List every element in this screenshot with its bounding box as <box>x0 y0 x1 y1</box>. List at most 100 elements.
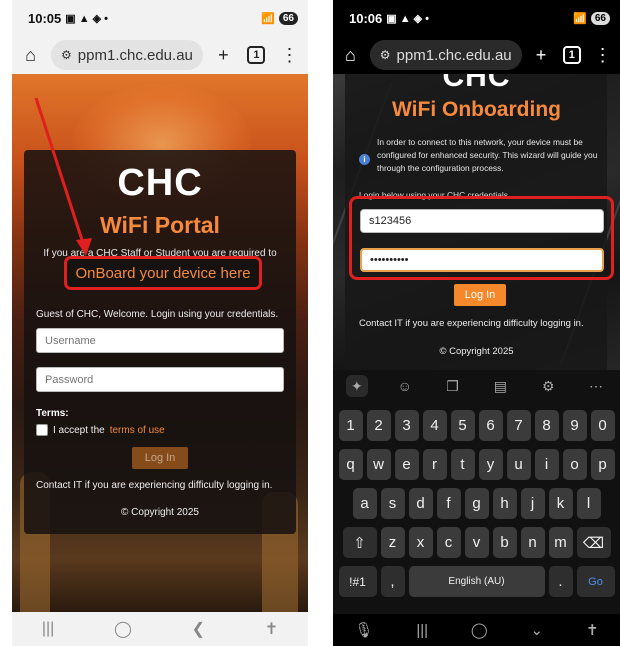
copyright-text: © Copyright 2025 <box>439 346 514 357</box>
microphone-icon[interactable]: 🎙 <box>354 621 373 639</box>
terms-checkbox[interactable] <box>36 424 48 436</box>
key-8[interactable]: 8 <box>534 410 559 441</box>
symbols-key[interactable]: !#1 <box>338 566 377 597</box>
key-h[interactable]: h <box>492 488 517 519</box>
browser-toolbar: ⌂ ⚙ ppm1.chc.edu.au + 1 ⋮ <box>333 36 620 74</box>
key-z[interactable]: z <box>380 527 405 558</box>
login-button[interactable]: Log In <box>132 447 188 469</box>
home-button-icon[interactable]: ◯ <box>471 621 488 639</box>
key-4[interactable]: 4 <box>422 410 447 441</box>
terms-row: I accept the terms of use <box>36 424 165 436</box>
accessibility-icon[interactable]: ✝ <box>586 621 599 639</box>
key-e[interactable]: e <box>394 449 419 480</box>
key-i[interactable]: i <box>534 449 559 480</box>
menu-icon[interactable]: ⋮ <box>277 42 302 68</box>
space-key[interactable]: English (AU) <box>408 566 545 597</box>
copyright-text: © Copyright 2025 <box>121 507 199 518</box>
key-1[interactable]: 1 <box>338 410 363 441</box>
key-a[interactable]: a <box>352 488 377 519</box>
site-settings-icon[interactable]: ⚙ <box>380 48 391 62</box>
ai-sparkle-icon[interactable]: ✦ <box>345 375 368 397</box>
key-g[interactable]: g <box>464 488 489 519</box>
new-tab-icon[interactable]: + <box>211 42 236 68</box>
key-v[interactable]: v <box>464 527 489 558</box>
contact-it-text: Contact IT if you are experiencing diffi… <box>359 318 584 329</box>
go-key[interactable]: Go <box>576 566 615 597</box>
key-9[interactable]: 9 <box>562 410 587 441</box>
key-3[interactable]: 3 <box>394 410 419 441</box>
battery-indicator: 66 <box>278 11 298 25</box>
key-5[interactable]: 5 <box>450 410 475 441</box>
home-icon[interactable]: ⌂ <box>339 42 362 68</box>
hide-keyboard-icon[interactable]: ⌄ <box>531 621 544 639</box>
keyboard-bottom-row: !#1 , English (AU) . Go <box>333 566 620 597</box>
username-input[interactable] <box>36 328 284 353</box>
key-r[interactable]: r <box>422 449 447 480</box>
key-0[interactable]: 0 <box>590 410 615 441</box>
tab-switcher-button[interactable]: 1 <box>244 42 269 68</box>
address-bar[interactable]: ⚙ ppm1.chc.edu.au <box>369 40 522 70</box>
address-bar[interactable]: ⚙ ppm1.chc.edu.au <box>51 40 203 70</box>
onboard-device-link[interactable]: OnBoard your device here <box>75 265 250 282</box>
guest-welcome-text: Guest of CHC, Welcome. Login using your … <box>36 309 279 320</box>
notification-icons: ▣ ▲ ◈ • <box>65 12 109 25</box>
status-time: 10:05 <box>28 10 62 26</box>
key-n[interactable]: n <box>520 527 545 558</box>
key-y[interactable]: y <box>478 449 503 480</box>
terms-of-use-link[interactable]: terms of use <box>110 425 165 436</box>
terms-label: Terms: <box>36 408 69 419</box>
accessibility-icon[interactable]: ✝ <box>265 619 278 639</box>
key-6[interactable]: 6 <box>478 410 503 441</box>
key-k[interactable]: k <box>548 488 573 519</box>
password-input[interactable] <box>360 248 604 272</box>
home-icon[interactable]: ⌂ <box>18 42 43 68</box>
new-tab-icon[interactable]: + <box>530 42 553 68</box>
key-b[interactable]: b <box>492 527 517 558</box>
site-settings-icon[interactable]: ⚙ <box>61 48 72 62</box>
login-button[interactable]: Log In <box>454 284 506 306</box>
key-j[interactable]: j <box>520 488 545 519</box>
keyboard-row-3: ⇧ zxcvbnm ⌫ <box>333 527 620 558</box>
settings-icon[interactable]: ⚙ <box>537 375 559 397</box>
key-7[interactable]: 7 <box>506 410 531 441</box>
key-f[interactable]: f <box>436 488 461 519</box>
key-o[interactable]: o <box>562 449 587 480</box>
home-button-icon[interactable]: ◯ <box>114 619 132 639</box>
tab-switcher-button[interactable]: 1 <box>560 42 583 68</box>
phone-screenshot-wifi-portal: 10:05 ▣ ▲ ◈ • 📶 66 ⌂ ⚙ ppm1.chc.edu.au +… <box>12 0 308 646</box>
recent-apps-icon[interactable]: ||| <box>416 622 428 639</box>
username-input[interactable] <box>360 209 604 233</box>
sticker-icon[interactable]: ❐ <box>442 375 464 397</box>
wifi-signal-icon: 📶 <box>261 12 275 25</box>
battery-indicator: 66 <box>590 11 610 25</box>
letter-keys: zxcvbnm <box>380 527 573 558</box>
back-icon[interactable]: ❮ <box>192 619 205 639</box>
chc-logo: CHC <box>117 162 203 204</box>
comma-key[interactable]: , <box>380 566 405 597</box>
key-p[interactable]: p <box>590 449 615 480</box>
key-w[interactable]: w <box>366 449 391 480</box>
soft-keyboard: ✦ ☺ ❐ ▤ ⚙ ⋯ 1234567890 qwertyuiop asdfgh… <box>333 370 620 614</box>
clipboard-icon[interactable]: ▤ <box>489 375 511 397</box>
key-q[interactable]: q <box>338 449 363 480</box>
key-u[interactable]: u <box>506 449 531 480</box>
key-m[interactable]: m <box>548 527 573 558</box>
key-c[interactable]: c <box>436 527 461 558</box>
shift-key[interactable]: ⇧ <box>342 527 377 558</box>
more-options-icon[interactable]: ⋯ <box>585 375 607 397</box>
key-s[interactable]: s <box>380 488 405 519</box>
key-t[interactable]: t <box>450 449 475 480</box>
key-d[interactable]: d <box>408 488 433 519</box>
password-input[interactable] <box>36 367 284 392</box>
chc-logo: CHC <box>442 74 511 93</box>
menu-icon[interactable]: ⋮ <box>591 42 614 68</box>
emoji-icon[interactable]: ☺ <box>394 375 416 397</box>
wifi-signal-icon: 📶 <box>573 12 587 25</box>
key-l[interactable]: l <box>576 488 601 519</box>
period-key[interactable]: . <box>548 566 573 597</box>
android-nav-bar: ||| ◯ ❮ ✝ <box>12 612 308 646</box>
recent-apps-icon[interactable]: ||| <box>42 620 54 638</box>
key-x[interactable]: x <box>408 527 433 558</box>
backspace-key[interactable]: ⌫ <box>576 527 611 558</box>
key-2[interactable]: 2 <box>366 410 391 441</box>
